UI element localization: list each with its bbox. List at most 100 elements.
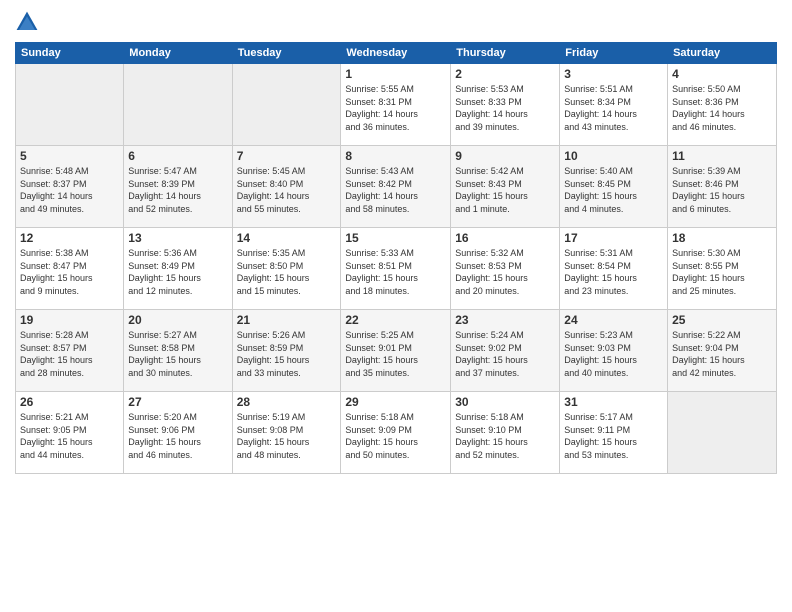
calendar-cell: 3Sunrise: 5:51 AMSunset: 8:34 PMDaylight…: [560, 64, 668, 146]
logo: [15, 10, 43, 34]
day-number: 17: [564, 231, 663, 245]
day-number: 2: [455, 67, 555, 81]
calendar-week-2: 12 Sunrise: 5:38 AMSunset: 8:47 PMDayligh…: [16, 228, 777, 310]
day-number: 31: [564, 395, 663, 409]
day-info: Sunrise: 5:39 AMSunset: 8:46 PMDaylight:…: [672, 165, 772, 215]
calendar-cell: 24 Sunrise: 5:23 AMSunset: 9:03 PMDayligh…: [560, 310, 668, 392]
calendar-cell: 5 Sunrise: 5:48 AMSunset: 8:37 PMDaylight…: [16, 146, 124, 228]
weekday-header-monday: Monday: [124, 43, 232, 64]
day-number: 22: [345, 313, 446, 327]
day-info: Sunrise: 5:17 AMSunset: 9:11 PMDaylight:…: [564, 411, 663, 461]
day-number: 6: [128, 149, 227, 163]
calendar-cell: 18 Sunrise: 5:30 AMSunset: 8:55 PMDayligh…: [668, 228, 777, 310]
weekday-header-wednesday: Wednesday: [341, 43, 451, 64]
calendar-cell: 7Sunrise: 5:45 AMSunset: 8:40 PMDaylight…: [232, 146, 341, 228]
day-number: 8: [345, 149, 446, 163]
page: SundayMondayTuesdayWednesdayThursdayFrid…: [0, 0, 792, 612]
calendar-cell: 1Sunrise: 5:55 AMSunset: 8:31 PMDaylight…: [341, 64, 451, 146]
calendar-cell: 11 Sunrise: 5:39 AMSunset: 8:46 PMDayligh…: [668, 146, 777, 228]
day-info: Sunrise: 5:24 AMSunset: 9:02 PMDaylight:…: [455, 329, 555, 379]
day-info: Sunrise: 5:19 AMSunset: 9:08 PMDaylight:…: [237, 411, 337, 461]
day-info: Sunrise: 5:45 AMSunset: 8:40 PMDaylight:…: [237, 165, 337, 215]
calendar-cell: [668, 392, 777, 474]
calendar-cell: 19Sunrise: 5:28 AMSunset: 8:57 PMDayligh…: [16, 310, 124, 392]
day-info: Sunrise: 5:53 AMSunset: 8:33 PMDaylight:…: [455, 83, 555, 133]
calendar-cell: 22 Sunrise: 5:25 AMSunset: 9:01 PMDayligh…: [341, 310, 451, 392]
day-info: Sunrise: 5:20 AMSunset: 9:06 PMDaylight:…: [128, 411, 227, 461]
day-number: 20: [128, 313, 227, 327]
calendar-cell: 21Sunrise: 5:26 AMSunset: 8:59 PMDayligh…: [232, 310, 341, 392]
day-info: Sunrise: 5:32 AMSunset: 8:53 PMDaylight:…: [455, 247, 555, 297]
day-info: Sunrise: 5:48 AMSunset: 8:37 PMDaylight:…: [20, 165, 119, 215]
calendar-cell: 25 Sunrise: 5:22 AMSunset: 9:04 PMDayligh…: [668, 310, 777, 392]
day-info: Sunrise: 5:38 AMSunset: 8:47 PMDaylight:…: [20, 247, 119, 297]
calendar-week-4: 26 Sunrise: 5:21 AMSunset: 9:05 PMDayligh…: [16, 392, 777, 474]
day-number: 21: [237, 313, 337, 327]
day-info: Sunrise: 5:55 AMSunset: 8:31 PMDaylight:…: [345, 83, 446, 133]
day-number: 10: [564, 149, 663, 163]
day-number: 11: [672, 149, 772, 163]
calendar: SundayMondayTuesdayWednesdayThursdayFrid…: [15, 42, 777, 474]
weekday-header-thursday: Thursday: [451, 43, 560, 64]
calendar-cell: 10 Sunrise: 5:40 AMSunset: 8:45 PMDayligh…: [560, 146, 668, 228]
day-number: 28: [237, 395, 337, 409]
calendar-cell: 2 Sunrise: 5:53 AMSunset: 8:33 PMDaylight…: [451, 64, 560, 146]
day-info: Sunrise: 5:47 AMSunset: 8:39 PMDaylight:…: [128, 165, 227, 215]
day-info: Sunrise: 5:21 AMSunset: 9:05 PMDaylight:…: [20, 411, 119, 461]
day-number: 15: [345, 231, 446, 245]
calendar-cell: [232, 64, 341, 146]
day-number: 19: [20, 313, 119, 327]
day-number: 29: [345, 395, 446, 409]
day-info: Sunrise: 5:42 AMSunset: 8:43 PMDaylight:…: [455, 165, 555, 215]
day-number: 14: [237, 231, 337, 245]
day-number: 30: [455, 395, 555, 409]
logo-icon: [15, 10, 39, 34]
calendar-cell: 27 Sunrise: 5:20 AMSunset: 9:06 PMDayligh…: [124, 392, 232, 474]
calendar-week-0: 1Sunrise: 5:55 AMSunset: 8:31 PMDaylight…: [16, 64, 777, 146]
calendar-cell: 8 Sunrise: 5:43 AMSunset: 8:42 PMDaylight…: [341, 146, 451, 228]
calendar-cell: 17 Sunrise: 5:31 AMSunset: 8:54 PMDayligh…: [560, 228, 668, 310]
day-number: 16: [455, 231, 555, 245]
day-number: 27: [128, 395, 227, 409]
calendar-cell: 9Sunrise: 5:42 AMSunset: 8:43 PMDaylight…: [451, 146, 560, 228]
day-number: 18: [672, 231, 772, 245]
calendar-week-3: 19Sunrise: 5:28 AMSunset: 8:57 PMDayligh…: [16, 310, 777, 392]
weekday-header-saturday: Saturday: [668, 43, 777, 64]
day-number: 5: [20, 149, 119, 163]
day-info: Sunrise: 5:27 AMSunset: 8:58 PMDaylight:…: [128, 329, 227, 379]
day-info: Sunrise: 5:40 AMSunset: 8:45 PMDaylight:…: [564, 165, 663, 215]
weekday-header-friday: Friday: [560, 43, 668, 64]
day-number: 12: [20, 231, 119, 245]
calendar-cell: 20 Sunrise: 5:27 AMSunset: 8:58 PMDayligh…: [124, 310, 232, 392]
calendar-cell: [16, 64, 124, 146]
day-info: Sunrise: 5:50 AMSunset: 8:36 PMDaylight:…: [672, 83, 772, 133]
day-number: 13: [128, 231, 227, 245]
day-info: Sunrise: 5:30 AMSunset: 8:55 PMDaylight:…: [672, 247, 772, 297]
day-number: 26: [20, 395, 119, 409]
day-info: Sunrise: 5:43 AMSunset: 8:42 PMDaylight:…: [345, 165, 446, 215]
calendar-cell: 23Sunrise: 5:24 AMSunset: 9:02 PMDayligh…: [451, 310, 560, 392]
weekday-header-sunday: Sunday: [16, 43, 124, 64]
day-info: Sunrise: 5:31 AMSunset: 8:54 PMDaylight:…: [564, 247, 663, 297]
day-info: Sunrise: 5:22 AMSunset: 9:04 PMDaylight:…: [672, 329, 772, 379]
calendar-cell: 31 Sunrise: 5:17 AMSunset: 9:11 PMDayligh…: [560, 392, 668, 474]
calendar-week-1: 5 Sunrise: 5:48 AMSunset: 8:37 PMDaylight…: [16, 146, 777, 228]
day-info: Sunrise: 5:23 AMSunset: 9:03 PMDaylight:…: [564, 329, 663, 379]
day-number: 24: [564, 313, 663, 327]
day-info: Sunrise: 5:33 AMSunset: 8:51 PMDaylight:…: [345, 247, 446, 297]
calendar-cell: 16 Sunrise: 5:32 AMSunset: 8:53 PMDayligh…: [451, 228, 560, 310]
calendar-cell: 29Sunrise: 5:18 AMSunset: 9:09 PMDayligh…: [341, 392, 451, 474]
day-number: 3: [564, 67, 663, 81]
header: [15, 10, 777, 34]
calendar-cell: 28 Sunrise: 5:19 AMSunset: 9:08 PMDayligh…: [232, 392, 341, 474]
calendar-cell: 4Sunrise: 5:50 AMSunset: 8:36 PMDaylight…: [668, 64, 777, 146]
calendar-cell: 14 Sunrise: 5:35 AMSunset: 8:50 PMDayligh…: [232, 228, 341, 310]
day-info: Sunrise: 5:35 AMSunset: 8:50 PMDaylight:…: [237, 247, 337, 297]
weekday-row: SundayMondayTuesdayWednesdayThursdayFrid…: [16, 43, 777, 64]
calendar-cell: [124, 64, 232, 146]
calendar-cell: 26 Sunrise: 5:21 AMSunset: 9:05 PMDayligh…: [16, 392, 124, 474]
day-info: Sunrise: 5:36 AMSunset: 8:49 PMDaylight:…: [128, 247, 227, 297]
day-info: Sunrise: 5:25 AMSunset: 9:01 PMDaylight:…: [345, 329, 446, 379]
weekday-header-tuesday: Tuesday: [232, 43, 341, 64]
day-number: 25: [672, 313, 772, 327]
